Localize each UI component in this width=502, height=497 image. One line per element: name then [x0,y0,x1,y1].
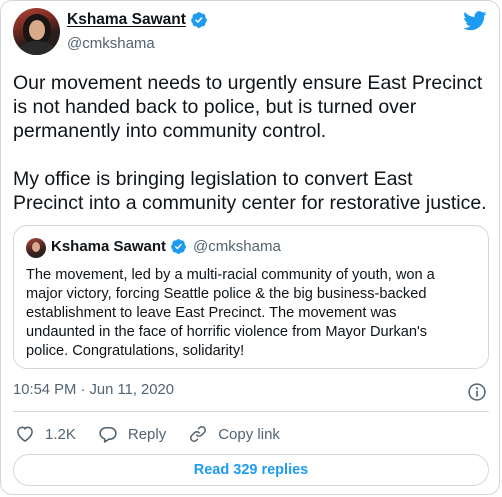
read-replies-button[interactable]: Read 329 replies [13,454,489,486]
quoted-line: The movement, led by a multi-racial comm… [26,267,435,283]
timestamp-row: 10:54 PM · Jun 11, 2020 [13,382,489,401]
tweet-text: Our movement needs to urgently ensure Ea… [13,71,493,215]
link-icon [190,426,207,442]
author-avatar[interactable] [13,8,60,55]
tweet-line: is not handed back to police, but is tur… [13,96,417,118]
quoted-tweet[interactable]: Kshama Sawant @cmkshama The movement, le… [13,225,489,369]
reply-button[interactable]: Reply [98,424,166,444]
quoted-author-handle: @cmkshama [193,238,281,255]
divider [13,411,489,412]
timestamp[interactable]: 10:54 PM · Jun 11, 2020 [13,382,174,398]
quoted-tweet-text: The movement, led by a multi-racial comm… [26,266,486,361]
copy-link-button[interactable]: Copy link [188,424,280,444]
quoted-line: police. Congratulations, solidarity! [26,343,245,359]
avatar-shirt [19,41,55,55]
avatar-face [29,20,45,40]
verified-badge-icon [171,239,186,254]
quoted-author-row: Kshama Sawant @cmkshama [51,238,281,255]
quoted-line: major victory, forcing Seattle police & … [26,286,427,302]
copy-link-label: Copy link [218,425,280,443]
tweet-card: Kshama Sawant @cmkshama Our movement nee… [0,0,500,495]
quoted-author-avatar [26,238,46,258]
heart-icon [17,426,33,442]
tweet-line: Our movement needs to urgently ensure Ea… [13,72,483,94]
tweet-line: My office is bringing legislation to con… [13,168,413,190]
reply-icon [99,426,117,443]
author-name-row: Kshama Sawant [67,11,208,29]
info-icon[interactable] [467,382,487,402]
action-bar: 1.2K Reply Copy link [15,424,302,444]
like-count: 1.2K [45,425,76,443]
tweet-line: permanently into community control. [13,120,327,142]
reply-label: Reply [127,425,167,443]
author-name[interactable]: Kshama Sawant [67,11,186,29]
verified-badge-icon [191,12,207,28]
author-handle[interactable]: @cmkshama [67,35,155,52]
quoted-line: undaunted in the face of horrific violen… [26,324,428,340]
quoted-line: establishment to leave East Precinct. Th… [26,305,397,321]
tweet-line: Precinct into a community center for res… [13,192,487,214]
quoted-author-name: Kshama Sawant [51,238,167,255]
twitter-bird-icon[interactable] [463,11,487,31]
like-button[interactable]: 1.2K [15,424,76,444]
